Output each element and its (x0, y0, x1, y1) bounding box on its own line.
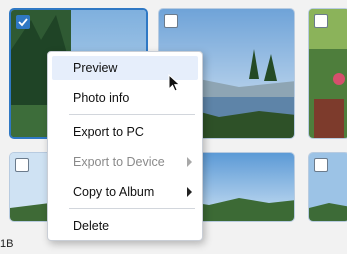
menu-item-label: Copy to Album (73, 185, 155, 199)
menu-item-delete[interactable]: Delete (52, 214, 198, 238)
menu-separator (69, 114, 195, 115)
menu-item-copy-to-album[interactable]: Copy to Album (52, 180, 198, 204)
menu-item-label: Photo info (73, 91, 130, 105)
menu-item-label: Export to PC (73, 125, 144, 139)
checkbox[interactable] (16, 15, 30, 29)
menu-item-export-to-pc[interactable]: Export to PC (52, 120, 198, 144)
menu-item-export-to-device: Export to Device (52, 150, 198, 174)
menu-item-label: Delete (73, 219, 110, 233)
menu-separator (69, 208, 195, 209)
checkbox[interactable] (15, 158, 29, 172)
photo-thumbnail-6[interactable] (308, 152, 347, 222)
checkbox[interactable] (314, 158, 328, 172)
checkmark-icon (18, 18, 28, 27)
photo-thumbnail-3[interactable] (308, 8, 347, 139)
menu-item-label: Export to Device (73, 155, 165, 169)
checkbox[interactable] (314, 14, 328, 28)
status-text: 1B (0, 238, 14, 250)
menu-item-label: Preview (73, 61, 118, 75)
checkbox[interactable] (164, 14, 178, 28)
mouse-pointer-icon (168, 74, 181, 92)
chevron-right-icon (187, 187, 192, 197)
photo-image (309, 9, 347, 138)
chevron-right-icon (187, 157, 192, 167)
